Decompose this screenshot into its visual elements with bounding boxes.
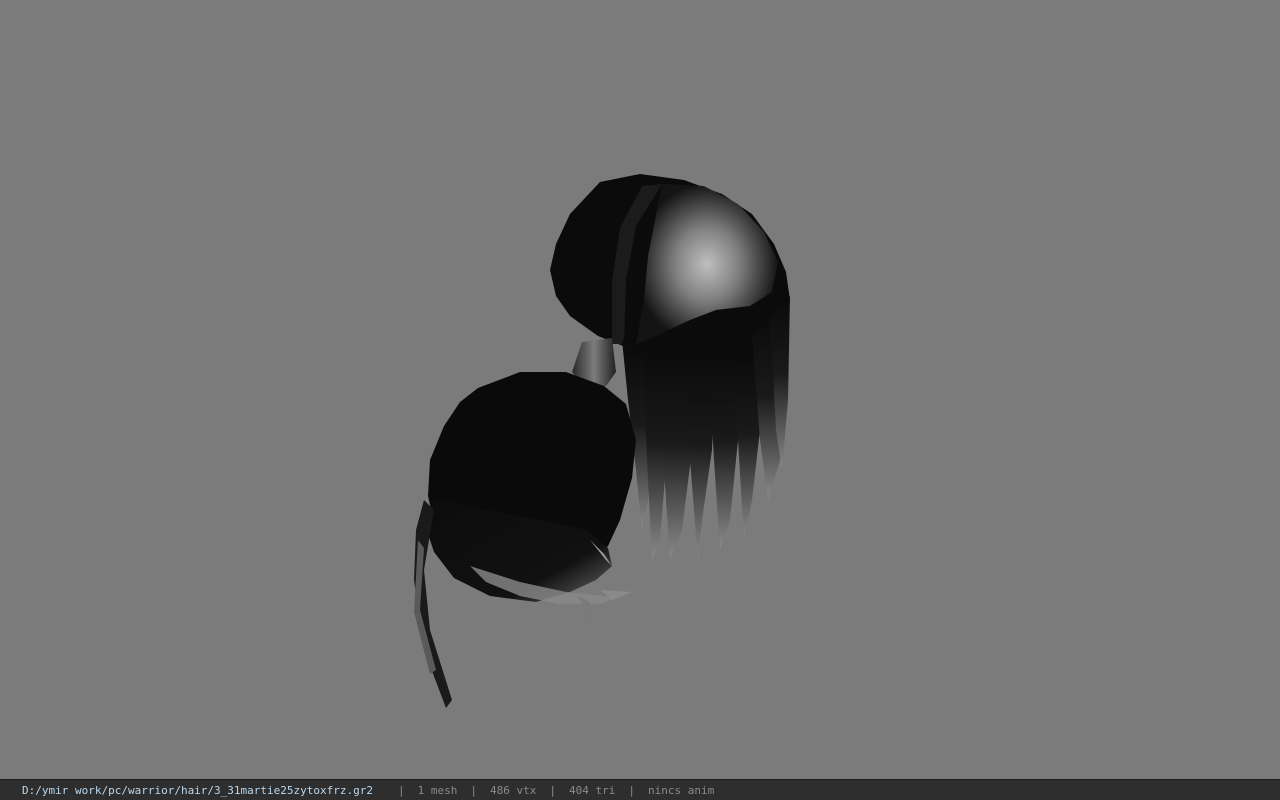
separator: | <box>398 783 405 797</box>
separator: | <box>470 783 477 797</box>
upper-hair-cap <box>550 174 790 358</box>
vertex-count: 486 vtx <box>490 783 537 797</box>
lower-hair-bun <box>426 372 636 628</box>
separator: | <box>628 783 635 797</box>
3d-viewport[interactable] <box>0 0 1280 779</box>
animation-status: nincs anim <box>647 783 715 797</box>
hair-mesh-model <box>414 174 790 708</box>
triangle-count: 404 tri <box>568 783 616 797</box>
status-bar: D:/ymir work/pc/warrior/hair/3_31martie2… <box>0 779 1280 800</box>
file-path: D:/ymir work/pc/warrior/hair/3_31martie2… <box>22 783 373 797</box>
mesh-count: 1 mesh <box>417 783 458 797</box>
separator: | <box>549 783 556 797</box>
